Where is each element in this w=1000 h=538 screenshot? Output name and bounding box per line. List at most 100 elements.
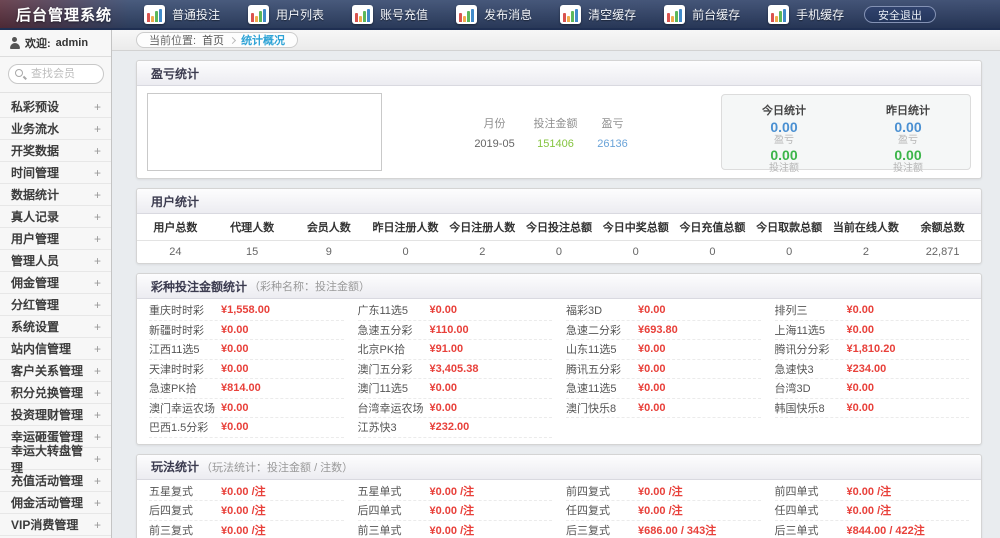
stat-column: 昨日统计 0.00 盈亏 0.00 投注额 [846, 102, 970, 169]
expand-plus-icon[interactable]: + [94, 518, 101, 532]
sidebar-menu-item[interactable]: 私彩预设 + [0, 96, 111, 118]
user-stats-column-header: 代理人数 [214, 214, 291, 241]
play-name: 后三复式 [566, 522, 638, 538]
expand-plus-icon[interactable]: + [94, 496, 101, 510]
expand-plus-icon[interactable]: + [94, 320, 101, 334]
expand-plus-icon[interactable]: + [94, 144, 101, 158]
sidebar-menu-item[interactable]: 系统设置 + [0, 316, 111, 338]
lottery-amount: ¥1,558.00 [221, 304, 270, 316]
user-stats-column-header: 当前在线人数 [828, 214, 905, 241]
lottery-stat-row: 北京PK拾¥91.00 [358, 340, 553, 360]
lottery-name: 广东11选5 [358, 302, 430, 318]
profit-panel: 盈亏统计 月份投注金额盈亏 2019-05 151406 26136 [136, 60, 982, 179]
lottery-amount: ¥0.00 [221, 324, 249, 336]
lottery-stat-row: 巴西1.5分彩¥0.00 [149, 418, 344, 438]
profit-panel-body: 月份投注金额盈亏 2019-05 151406 26136 今日统计 0.00 [137, 86, 981, 178]
sidebar-menu-item[interactable]: 客户关系管理 + [0, 360, 111, 382]
user-stats-value: 0 [751, 241, 828, 263]
lottery-stats-panel: 彩种投注金额统计 （彩种名称：投注金额） 重庆时时彩¥1,558.00新疆时时彩… [136, 273, 982, 445]
expand-plus-icon[interactable]: + [94, 210, 101, 224]
expand-plus-icon[interactable]: + [94, 188, 101, 202]
sidebar-menu-item[interactable]: 幸运大转盘管理 + [0, 448, 111, 470]
sidebar-menu-item[interactable]: 投资理财管理 + [0, 404, 111, 426]
lottery-name: 韩国快乐8 [775, 400, 847, 416]
user-stats-column-header: 会员人数 [290, 214, 367, 241]
sidebar-menu-item[interactable]: 佣金管理 + [0, 272, 111, 294]
expand-plus-icon[interactable]: + [94, 122, 101, 136]
sidebar-menu-item[interactable]: 开奖数据 + [0, 140, 111, 162]
top-nav-item[interactable]: 发布消息 [442, 0, 546, 28]
sidebar-menu-item[interactable]: 分红管理 + [0, 294, 111, 316]
top-nav-item[interactable]: 账号充值 [338, 0, 442, 28]
expand-plus-icon[interactable]: + [94, 254, 101, 268]
user-icon [9, 37, 20, 49]
lottery-stat-row: 重庆时时彩¥1,558.00 [149, 301, 344, 321]
lottery-column-3: 福彩3D¥0.00急速二分彩¥693.80山东11选5¥0.00腾讯五分彩¥0.… [566, 301, 761, 438]
user-stats-value-row: 24159020000222,871 [137, 241, 981, 263]
top-nav-label: 前台缓存 [692, 6, 740, 23]
sidebar-menu-item[interactable]: 时间管理 + [0, 162, 111, 184]
play-stat-row: 后三复式¥686.00 / 343注 [566, 521, 761, 538]
expand-plus-icon[interactable]: + [94, 408, 101, 422]
top-nav-item[interactable]: 前台缓存 [650, 0, 754, 28]
expand-plus-icon[interactable]: + [94, 166, 101, 180]
lottery-stat-row: 腾讯五分彩¥0.00 [566, 360, 761, 380]
expand-plus-icon[interactable]: + [94, 342, 101, 356]
lottery-amount: ¥0.00 [638, 363, 666, 375]
sidebar-menu-label: 管理人员 [11, 252, 59, 269]
top-nav-label: 手机缓存 [796, 6, 844, 23]
top-nav-item[interactable]: 用户列表 [234, 0, 338, 28]
lottery-name: 天津时时彩 [149, 361, 221, 377]
stat-profit-label: 盈亏 [846, 135, 970, 147]
sidebar-menu-item[interactable]: 管理人员 + [0, 250, 111, 272]
expand-plus-icon[interactable]: + [94, 474, 101, 488]
lottery-amount: ¥0.00 [221, 363, 249, 375]
lottery-column-4: 排列三¥0.00上海11选5¥0.00腾讯分分彩¥1,810.20急速快3¥23… [775, 301, 970, 438]
expand-plus-icon[interactable]: + [94, 452, 101, 466]
sidebar-menu-item[interactable]: VIP消费管理 + [0, 514, 111, 536]
lottery-stat-row: 韩国快乐8¥0.00 [775, 399, 970, 419]
sidebar: 欢迎: admin 私彩预设 + 业务流水 + 开奖数据 [0, 30, 112, 538]
play-amount: ¥0.00 /注 [221, 522, 266, 538]
sidebar-menu-item[interactable]: 站内信管理 + [0, 338, 111, 360]
play-amount: ¥0.00 /注 [847, 483, 892, 499]
lottery-stat-row: 急速PK拾¥814.00 [149, 379, 344, 399]
user-stats-value: 0 [521, 241, 598, 263]
top-nav-item[interactable]: 普通投注 [130, 0, 234, 28]
expand-plus-icon[interactable]: + [94, 298, 101, 312]
expand-plus-icon[interactable]: + [94, 100, 101, 114]
sidebar-menu-item[interactable]: 佣金活动管理 + [0, 492, 111, 514]
stat-profit-value: 0.00 [722, 120, 846, 135]
stat-bet-value: 0.00 [846, 148, 970, 163]
breadcrumb-home[interactable]: 首页 [202, 32, 224, 48]
sidebar-menu-item[interactable]: 业务流水 + [0, 118, 111, 140]
expand-plus-icon[interactable]: + [94, 364, 101, 378]
play-stat-row: 后四单式¥0.00 /注 [358, 501, 553, 521]
expand-plus-icon[interactable]: + [94, 276, 101, 290]
sidebar-menu-item[interactable]: 真人记录 + [0, 206, 111, 228]
lottery-stat-row: 急速五分彩¥110.00 [358, 321, 553, 341]
breadcrumb-current[interactable]: 统计概况 [241, 32, 285, 48]
logout-button[interactable]: 安全退出 [864, 6, 936, 23]
profit-panel-header: 盈亏统计 [137, 61, 981, 86]
top-nav-item[interactable]: 手机缓存 [754, 0, 858, 28]
lottery-stat-row: 台湾幸运农场¥0.00 [358, 399, 553, 419]
breadcrumb-prefix: 当前位置: [149, 32, 196, 48]
play-name: 五星复式 [149, 483, 221, 499]
sidebar-menu-item[interactable]: 用户管理 + [0, 228, 111, 250]
expand-plus-icon[interactable]: + [94, 430, 101, 444]
lottery-amount: ¥0.00 [847, 324, 875, 336]
sidebar-menu-item[interactable]: 充值活动管理 + [0, 470, 111, 492]
sidebar-menu-item[interactable]: 数据统计 + [0, 184, 111, 206]
play-name: 前三单式 [358, 522, 430, 538]
play-column-2: 五星单式¥0.00 /注后四单式¥0.00 /注前三单式¥0.00 /注任三单式… [358, 482, 553, 538]
play-stats-grid: 五星复式¥0.00 /注后四复式¥0.00 /注前三复式¥0.00 /注任三复式… [137, 480, 981, 538]
top-nav-item[interactable]: 清空缓存 [546, 0, 650, 28]
expand-plus-icon[interactable]: + [94, 386, 101, 400]
lottery-stat-row: 江西11选5¥0.00 [149, 340, 344, 360]
expand-plus-icon[interactable]: + [94, 232, 101, 246]
play-stat-row: 五星复式¥0.00 /注 [149, 482, 344, 502]
panel-title: 盈亏统计 [151, 65, 199, 82]
sidebar-menu-item[interactable]: 积分兑换管理 + [0, 382, 111, 404]
play-stat-row: 任四复式¥0.00 /注 [566, 501, 761, 521]
